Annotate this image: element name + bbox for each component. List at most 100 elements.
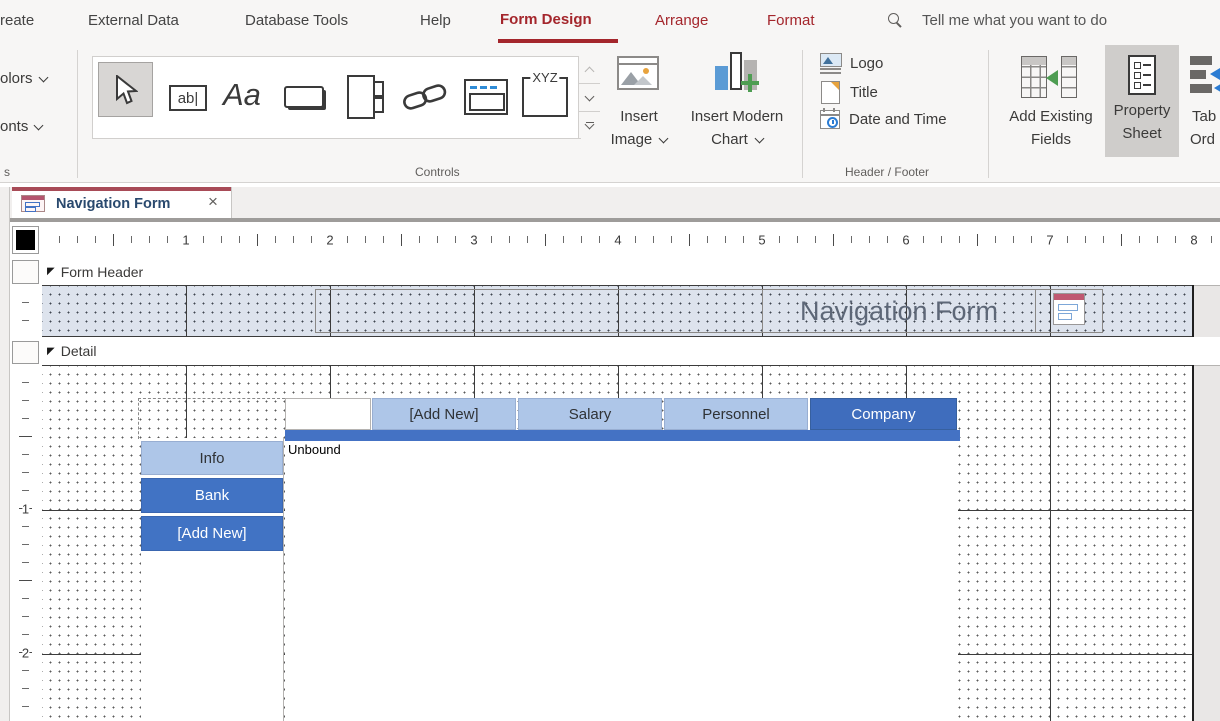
access-window: reate External Data Database Tools Help … <box>0 0 1220 721</box>
unbound-object-icon: XYZ <box>530 70 560 85</box>
form-header-section-bar[interactable]: ◤ Form Header <box>42 258 1220 285</box>
unbound-object-tool-button[interactable]: XYZ <box>522 70 568 117</box>
property-sheet-button[interactable]: Property Sheet <box>1105 45 1179 157</box>
ruler-number: 7 <box>1043 232 1057 248</box>
textbox-tool-button[interactable]: ab| <box>169 85 207 111</box>
detail-section-bar[interactable]: ◤ Detail <box>42 337 1220 365</box>
section-marker-icon: ◤ <box>47 266 55 277</box>
detail-band[interactable]: [Add New] Salary Personnel Company Info … <box>42 365 1193 721</box>
title-label: Title <box>850 84 878 101</box>
tell-me-box[interactable]: Tell me what you want to do <box>922 12 1107 29</box>
nav-tab-personnel[interactable]: Personnel <box>664 398 808 430</box>
ruler-number: 8 <box>1187 232 1201 248</box>
tab-external-data[interactable]: External Data <box>88 12 179 29</box>
tab-order-label-1: Tab <box>1192 108 1217 125</box>
hyperlink-tool-button[interactable] <box>401 79 449 120</box>
tab-form-design[interactable]: Form Design <box>500 11 592 28</box>
design-work-area: 1 2 3 4 5 6 7 8 1 2 ◤ Form Header Naviga… <box>10 222 1220 721</box>
nav-corner-box <box>285 398 371 430</box>
nav-subform-area[interactable]: Unbound <box>285 441 958 721</box>
insert-image-label-2: Image <box>610 131 653 148</box>
fonts-label: onts <box>0 118 29 135</box>
vertical-ruler-detail-bar-segment <box>12 341 39 364</box>
date-time-label: Date and Time <box>849 111 947 128</box>
controls-group-label: Controls <box>415 165 460 179</box>
document-tab-accent <box>12 187 231 191</box>
gallery-scroll-up-button[interactable] <box>579 56 600 84</box>
chevron-down-icon <box>754 133 765 144</box>
nav-tab-add-new-vertical[interactable]: [Add New] <box>141 516 283 551</box>
controls-gallery: ab| Aa XYZ <box>92 56 600 139</box>
date-time-button[interactable]: Date and Time <box>819 108 947 131</box>
document-tab-title: Navigation Form <box>56 196 171 212</box>
section-marker-icon: ◤ <box>47 345 55 357</box>
insert-modern-chart-label-1: Insert Modern <box>690 108 784 125</box>
form-title-label[interactable]: Navigation Form <box>763 289 1035 333</box>
tab-format[interactable]: Format <box>767 12 815 29</box>
document-tab[interactable]: Navigation Form × <box>12 187 232 218</box>
nav-tab-salary[interactable]: Salary <box>518 398 662 430</box>
vertical-ruler-header-bar-segment <box>12 260 39 284</box>
add-existing-fields-icon <box>1021 56 1081 100</box>
horizontal-ruler: 1 2 3 4 5 6 7 8 <box>42 225 1220 255</box>
colors-button[interactable]: olors <box>0 70 48 87</box>
tab-control-icon <box>375 81 384 97</box>
insert-modern-chart-button[interactable]: Insert Modern Chart <box>685 50 789 162</box>
fonts-button[interactable]: onts <box>0 118 44 135</box>
unbound-label: Unbound <box>288 442 341 457</box>
gallery-expand-button[interactable] <box>579 112 600 138</box>
ribbon-bottom-border <box>0 182 1220 183</box>
group-separator <box>988 50 989 178</box>
logo-button[interactable]: Logo <box>820 53 884 74</box>
tab-arrange[interactable]: Arrange <box>655 12 708 29</box>
insert-modern-chart-icon <box>715 52 761 94</box>
tab-control-tool-button[interactable] <box>347 75 384 119</box>
chevron-down-icon <box>33 120 44 130</box>
select-tool-button[interactable] <box>98 62 153 117</box>
vertical-ruler-header-segment <box>12 285 39 337</box>
insert-image-button[interactable]: Insert Image <box>603 50 675 162</box>
ruler-number: 2 <box>323 232 337 248</box>
gallery-scrollbar <box>578 56 600 138</box>
nav-tab-info[interactable]: Info <box>141 441 283 475</box>
label-icon: Aa <box>223 77 261 112</box>
nav-tab-company[interactable]: Company <box>810 398 957 430</box>
form-right-edge <box>1192 285 1194 337</box>
nav-tab-bank[interactable]: Bank <box>141 478 283 513</box>
add-existing-fields-button[interactable]: Add Existing Fields <box>1003 50 1099 162</box>
form-selector-box[interactable] <box>12 226 39 254</box>
tab-order-button[interactable]: Tab Ord <box>1186 50 1220 162</box>
insert-modern-chart-label-2: Chart <box>711 131 748 148</box>
gallery-scroll-down-button[interactable] <box>579 84 600 112</box>
tab-create[interactable]: reate <box>0 12 34 29</box>
navigation-control-icon <box>470 86 477 89</box>
nav-tab-add-new-horizontal[interactable]: [Add New] <box>372 398 516 430</box>
form-header-section-label: Form Header <box>60 263 144 280</box>
themes-group-label: s <box>4 165 10 179</box>
form-right-edge <box>1192 365 1194 721</box>
insert-image-label-1: Insert <box>620 108 658 125</box>
chevron-down-icon <box>658 133 669 144</box>
logo-label: Logo <box>850 54 884 72</box>
ruler-number: 1 <box>21 499 30 519</box>
title-button[interactable]: Title <box>821 81 878 104</box>
form-logo-control[interactable] <box>1053 293 1085 325</box>
property-sheet-label-1: Property <box>1113 102 1171 119</box>
colors-label: olors <box>0 70 33 87</box>
tab-database-tools[interactable]: Database Tools <box>245 12 348 29</box>
chevron-down-icon <box>584 91 595 101</box>
green-arrow-icon <box>1046 70 1058 86</box>
vertical-ruler-detail-segment: 1 2 <box>12 365 39 721</box>
close-icon[interactable]: × <box>208 192 218 212</box>
button-tool-button[interactable] <box>284 86 324 108</box>
group-separator <box>77 50 78 178</box>
tab-help[interactable]: Help <box>420 12 451 29</box>
add-existing-fields-label-1: Add Existing <box>1009 108 1093 125</box>
navigation-control-tool-button[interactable] <box>464 79 508 115</box>
property-sheet-label-2: Sheet <box>1122 125 1162 142</box>
label-tool-button[interactable]: Aa <box>223 77 261 113</box>
form-header-band[interactable]: Navigation Form <box>42 285 1193 338</box>
nav-left-column: Info Bank [Add New] <box>141 438 284 721</box>
group-separator <box>802 50 803 178</box>
property-sheet-icon <box>1128 55 1156 95</box>
